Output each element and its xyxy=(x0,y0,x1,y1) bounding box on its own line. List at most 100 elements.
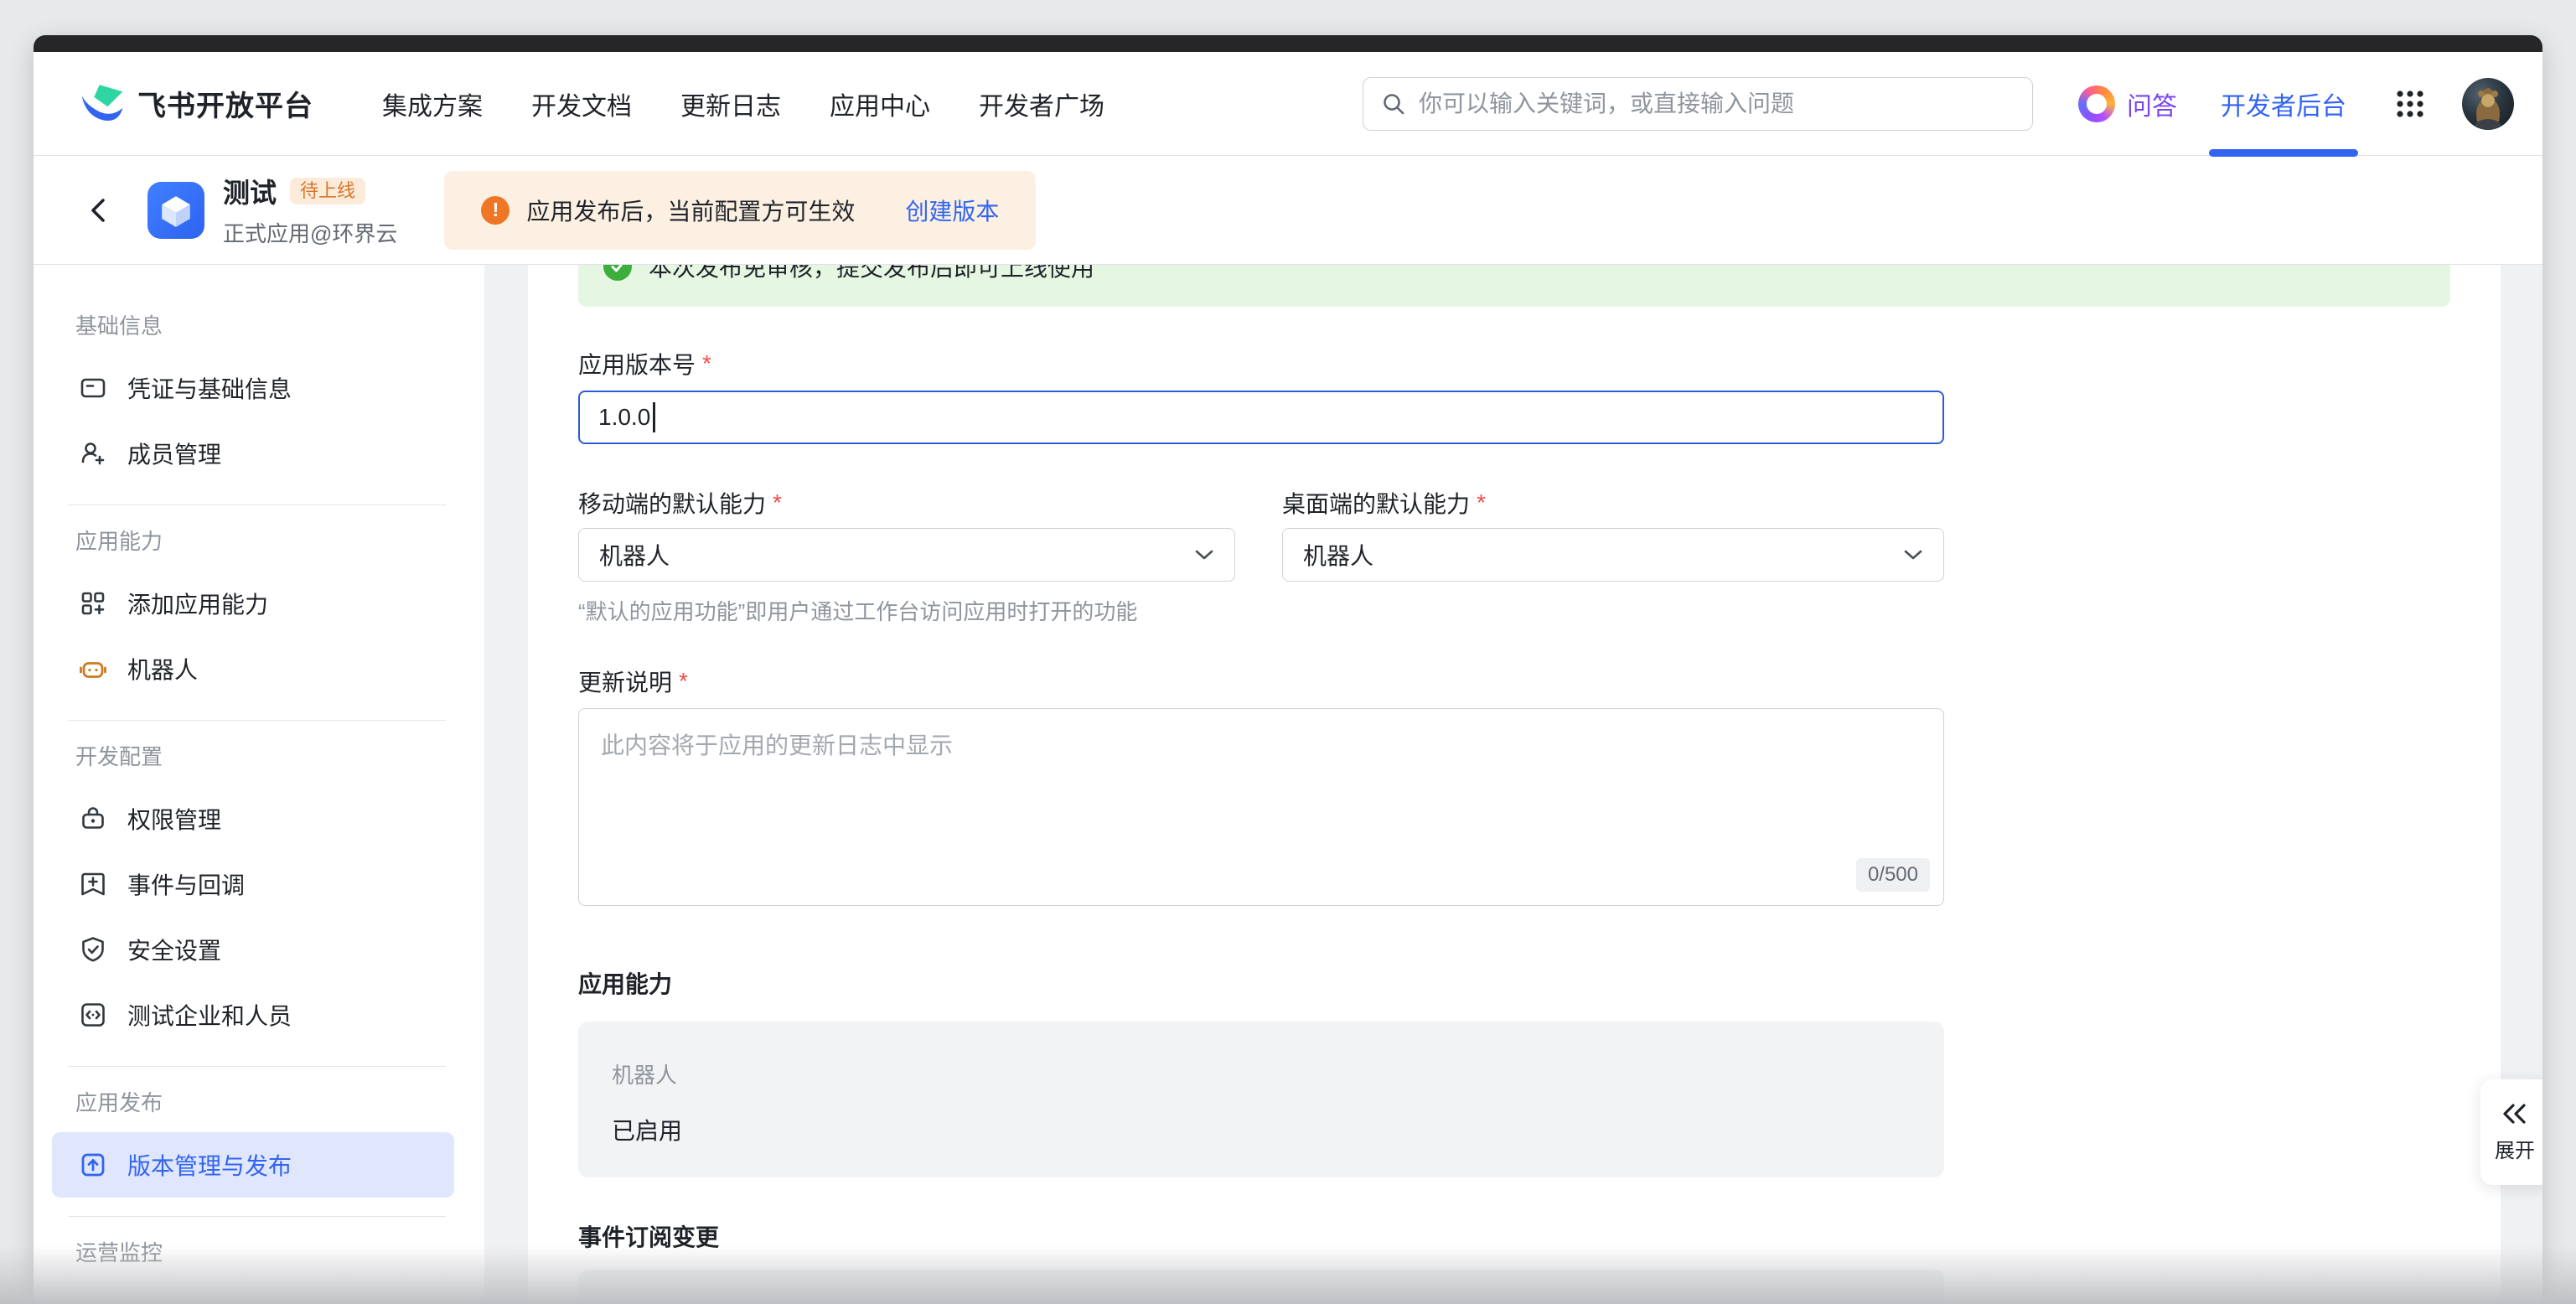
app-grid-icon[interactable] xyxy=(2393,87,2427,121)
mobile-capability-field: 移动端的默认能力* 机器人 xyxy=(578,486,1235,582)
window-title-bar xyxy=(34,35,2542,52)
capability-selects-row: 移动端的默认能力* 机器人 桌面端的默认能力* xyxy=(578,486,1944,582)
nav-right-cluster: 问答 开发者后台 xyxy=(1363,52,2514,155)
main-region: 基础信息 凭证与基础信息 xyxy=(34,265,2542,1304)
nav-link-docs[interactable]: 开发文档 xyxy=(531,85,632,122)
app-name: 测试 xyxy=(223,172,277,210)
feishu-logo-icon xyxy=(80,82,124,126)
text-caret xyxy=(653,402,655,432)
publish-warning-banner: ! 应用发布后，当前配置方可生效 创建版本 xyxy=(444,171,1036,250)
qa-link[interactable]: 问答 xyxy=(2078,85,2177,122)
sidebar-section-dev-config: 开发配置 xyxy=(34,739,484,771)
shield-check-icon xyxy=(79,935,107,964)
chevron-down-icon xyxy=(1194,549,1214,561)
sidebar: 基础信息 凭证与基础信息 xyxy=(34,265,484,1304)
double-chevron-left-icon xyxy=(2501,1102,2529,1125)
tab-developer-console[interactable]: 开发者后台 xyxy=(2221,52,2346,155)
sidebar-item-label: 版本管理与发布 xyxy=(127,1148,292,1182)
member-add-icon xyxy=(79,439,107,468)
user-avatar[interactable] xyxy=(2462,78,2514,130)
developer-console-label: 开发者后台 xyxy=(2221,85,2346,122)
app-header: 测试 待上线 正式应用@环界云 ! 应用发布后，当前配置方可生效 创建版本 xyxy=(34,156,2542,265)
desktop-capability-select[interactable]: 机器人 xyxy=(1282,528,1944,582)
expand-panel-button[interactable]: 展开 xyxy=(2480,1079,2542,1185)
sidebar-divider xyxy=(69,1066,446,1067)
version-value: 1.0.0 xyxy=(598,404,650,431)
capability-hint: “默认的应用功能”即用户通过工作台访问应用时打开的功能 xyxy=(578,595,1944,626)
warning-icon: ! xyxy=(481,196,510,225)
sidebar-divider xyxy=(69,720,446,721)
global-search[interactable] xyxy=(1363,77,2033,131)
app-title-block: 测试 待上线 正式应用@环界云 xyxy=(223,172,397,248)
browser-window: 飞书开放平台 集成方案 开发文档 更新日志 应用中心 开发者广场 问答 xyxy=(34,35,2542,1304)
sidebar-item-label: 成员管理 xyxy=(127,437,221,470)
sidebar-item-events[interactable]: 事件与回调 xyxy=(52,851,454,917)
qa-label: 问答 xyxy=(2127,85,2177,122)
sidebar-item-label: 凭证与基础信息 xyxy=(127,371,292,405)
sidebar-item-add-capability[interactable]: 添加应用能力 xyxy=(52,571,454,636)
sidebar-divider xyxy=(69,1216,446,1217)
event-subscription-box xyxy=(578,1270,1944,1304)
required-asterisk: * xyxy=(702,350,711,377)
desktop-capability-field: 桌面端的默认能力* 机器人 xyxy=(1282,486,1944,582)
robot-icon xyxy=(79,655,107,683)
create-version-link[interactable]: 创建版本 xyxy=(905,194,999,227)
required-asterisk: * xyxy=(1477,489,1486,516)
id-card-icon xyxy=(79,374,107,402)
sidebar-item-label: 机器人 xyxy=(127,652,198,686)
code-box-icon xyxy=(79,1001,107,1029)
sidebar-item-test-org[interactable]: 测试企业和人员 xyxy=(52,982,454,1048)
qa-gradient-ring-icon xyxy=(2078,85,2115,122)
sidebar-section-basic-info: 基础信息 xyxy=(34,308,484,340)
nav-link-app-center[interactable]: 应用中心 xyxy=(830,85,930,122)
required-asterisk: * xyxy=(679,668,688,695)
sidebar-item-label: 事件与回调 xyxy=(127,867,245,901)
check-circle-icon xyxy=(603,265,632,281)
search-icon xyxy=(1380,91,1407,117)
sidebar-item-members[interactable]: 成员管理 xyxy=(52,421,454,486)
warning-text: 应用发布后，当前配置方可生效 xyxy=(526,194,855,227)
sidebar-section-capabilities: 应用能力 xyxy=(34,524,484,556)
publish-arrow-icon xyxy=(79,1151,107,1179)
expand-label: 展开 xyxy=(2495,1134,2535,1163)
version-input[interactable]: 1.0.0 xyxy=(578,391,1944,444)
chevron-down-icon xyxy=(1903,549,1923,561)
desktop-capability-label: 桌面端的默认能力* xyxy=(1282,486,1944,520)
capability-name: 机器人 xyxy=(612,1058,1911,1089)
status-badge: 待上线 xyxy=(290,178,365,204)
mobile-capability-select[interactable]: 机器人 xyxy=(578,528,1235,582)
event-callback-icon xyxy=(79,870,107,898)
event-subscription-heading: 事件订阅变更 xyxy=(578,1219,1944,1253)
sidebar-section-monitoring: 运营监控 xyxy=(34,1235,484,1267)
grid-add-icon xyxy=(79,589,107,618)
sidebar-item-label: 权限管理 xyxy=(127,802,221,836)
app-capability-heading: 应用能力 xyxy=(578,966,1944,1000)
app-subtitle: 正式应用@环界云 xyxy=(223,217,397,248)
capability-status: 已启用 xyxy=(612,1113,1911,1146)
sidebar-item-credentials[interactable]: 凭证与基础信息 xyxy=(52,355,454,421)
content-panel: 本次发布免审核，提交发布后即可上线使用 应用版本号* 1.0.0 移动端的默认能… xyxy=(528,265,2501,1304)
sidebar-item-permissions[interactable]: 权限管理 xyxy=(52,786,454,851)
nav-link-changelog[interactable]: 更新日志 xyxy=(680,85,781,122)
search-input[interactable] xyxy=(1419,91,2015,117)
nav-link-marketplace[interactable]: 开发者广场 xyxy=(979,85,1104,122)
app-icon xyxy=(147,182,204,239)
permission-lock-icon xyxy=(79,805,107,833)
sidebar-item-bot[interactable]: 机器人 xyxy=(52,636,454,701)
sidebar-item-version-release[interactable]: 版本管理与发布 xyxy=(52,1132,454,1198)
review-free-banner: 本次发布免审核，提交发布后即可上线使用 xyxy=(578,265,2450,307)
back-button[interactable] xyxy=(80,191,119,230)
update-notes-label: 更新说明* xyxy=(578,665,1944,698)
nav-link-integration[interactable]: 集成方案 xyxy=(382,85,483,122)
top-navigation: 飞书开放平台 集成方案 开发文档 更新日志 应用中心 开发者广场 问答 xyxy=(34,52,2542,156)
update-notes-textarea[interactable] xyxy=(579,709,1943,905)
mobile-capability-value: 机器人 xyxy=(599,538,670,572)
sidebar-item-security[interactable]: 安全设置 xyxy=(52,917,454,982)
desktop-capability-value: 机器人 xyxy=(1303,538,1373,572)
app-capability-box: 机器人 已启用 xyxy=(578,1022,1944,1177)
nav-links: 集成方案 开发文档 更新日志 应用中心 开发者广场 xyxy=(382,85,1104,122)
mobile-capability-label: 移动端的默认能力* xyxy=(578,486,1235,520)
sidebar-item-label: 安全设置 xyxy=(127,933,221,966)
platform-logo[interactable]: 飞书开放平台 xyxy=(80,82,313,126)
sidebar-section-release: 应用发布 xyxy=(34,1085,484,1117)
